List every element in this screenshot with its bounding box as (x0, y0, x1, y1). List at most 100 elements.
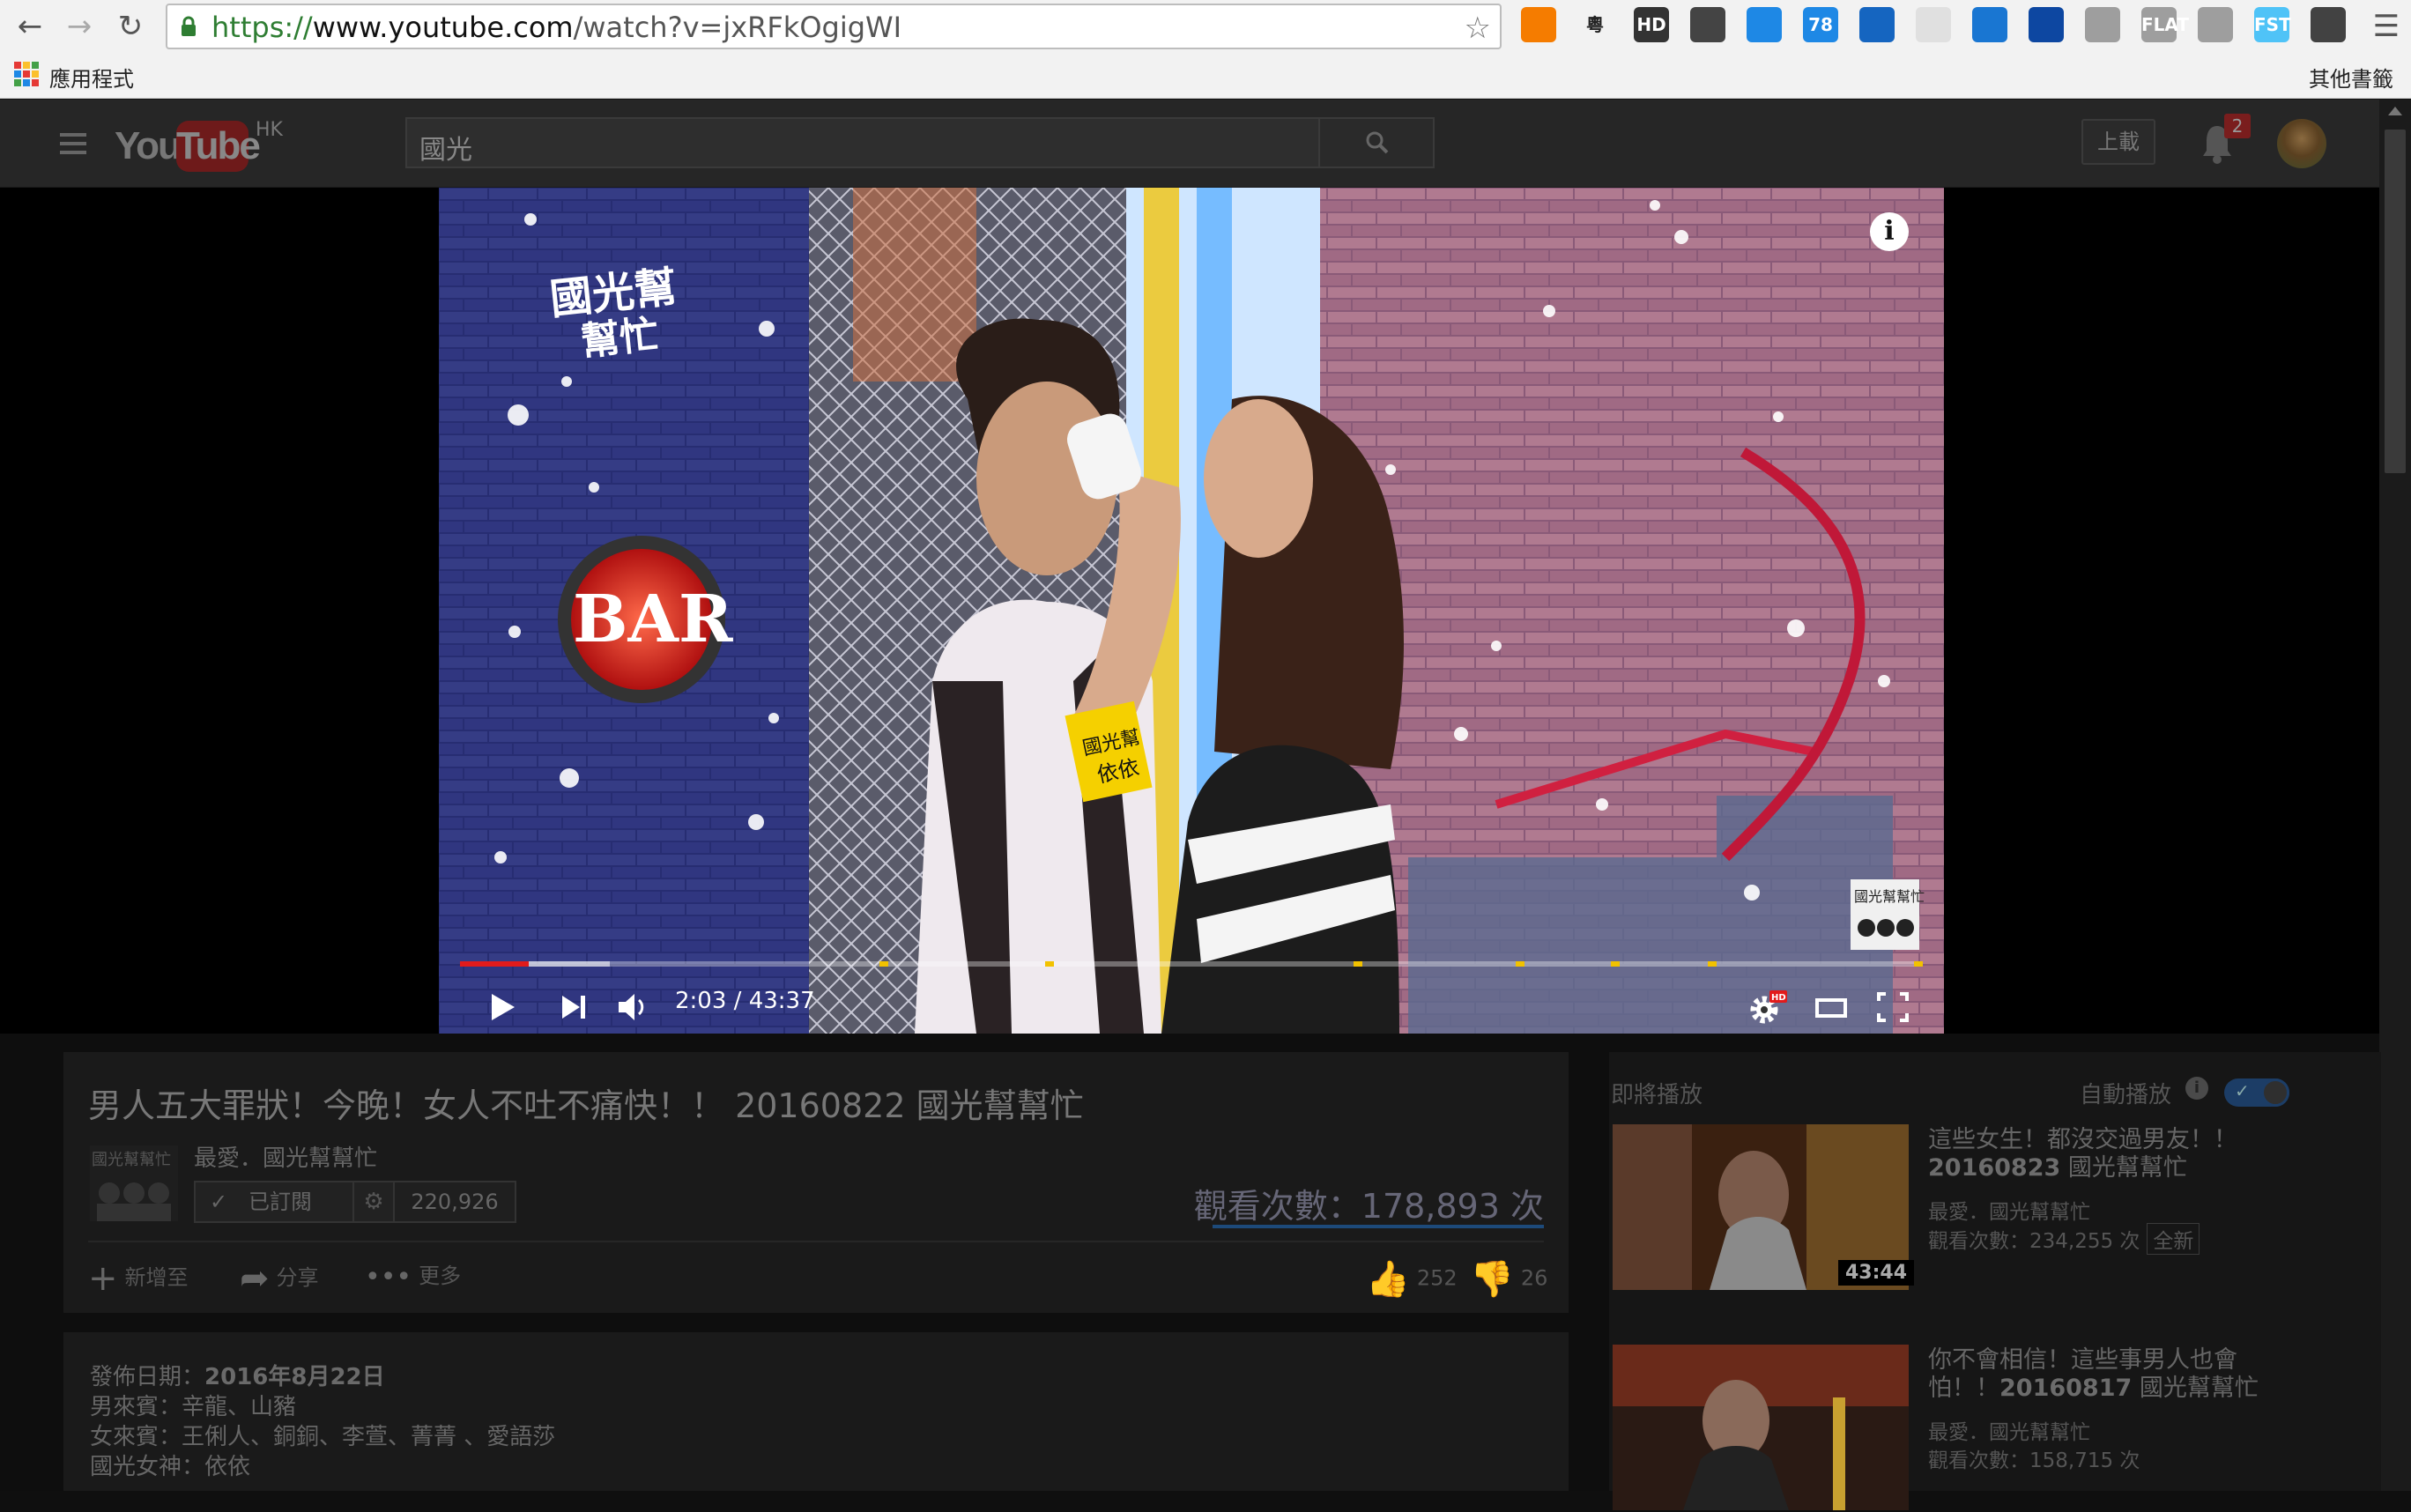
publish-date: 發佈日期：2016年8月22日 (90, 1364, 385, 1390)
flat-icon[interactable]: FLAT (2141, 7, 2189, 42)
browser-chrome: ← → ↻ https://www.youtube.com/watch?v=jx… (0, 0, 2411, 99)
ad-marker (1708, 961, 1717, 967)
youtube-header: You Tube HK 國光 上載 2 (0, 100, 2411, 188)
video-scene-image: BAR 國光幫 依依 國光幫 幫忙 國光幫幫忙 (439, 188, 1944, 1034)
like-button[interactable]: 👍 252 (1366, 1258, 1458, 1300)
plus-icon: + (88, 1258, 118, 1299)
video-player[interactable]: BAR 國光幫 依依 國光幫 幫忙 國光幫幫忙 i 2:03 / 43:37 H… (0, 188, 2379, 1034)
related-video-card[interactable]: 43:44 這些女生！都沒交過男友！！ 20160823 國光幫幫忙 最愛．國光幫… (1613, 1124, 2370, 1292)
description-line: 女來賓：王俐人、銅銅、李萱、菁菁 、愛語莎 (90, 1424, 556, 1450)
ad-marker (1516, 961, 1524, 967)
account-avatar[interactable] (2277, 119, 2326, 168)
guide-menu-icon[interactable] (60, 133, 86, 154)
search-icon (1366, 131, 1389, 154)
bookmark-star-icon[interactable]: ☆ (1465, 11, 1491, 46)
fst-icon[interactable]: FST (2254, 7, 2291, 42)
calendar-icon[interactable]: 78 (1803, 7, 1838, 42)
add-to-button[interactable]: + 新增至 (88, 1258, 189, 1299)
check-icon: ✓ (2235, 1080, 2250, 1101)
ad-marker (879, 961, 888, 967)
pocket-icon[interactable] (2029, 7, 2064, 42)
subscribe-button[interactable]: ✓ 已訂閱 (194, 1181, 354, 1223)
chinese-char-icon[interactable]: 粵 (1577, 7, 1613, 42)
apps-grid-icon[interactable] (14, 62, 39, 86)
ad-marker (1045, 961, 1054, 967)
bookmark-apps[interactable]: 應用程式 (49, 62, 134, 93)
back-arrow-icon[interactable]: ← (12, 9, 48, 44)
description-line: 國光女神：依依 (90, 1454, 251, 1480)
video-description: 發佈日期：2016年8月22日 男來賓：辛龍、山豬 女來賓：王俐人、銅銅、李萱、… (63, 1332, 1569, 1491)
search-button[interactable] (1318, 119, 1433, 167)
progress-buffered (529, 961, 610, 967)
divider (88, 1241, 1544, 1242)
video-thumbnail[interactable] (1613, 1345, 1909, 1510)
progress-bar[interactable] (460, 961, 1923, 967)
theater-mode-icon[interactable] (1812, 985, 1851, 1029)
reload-icon[interactable]: ↻ (113, 9, 148, 44)
time-display: 2:03 / 43:37 (675, 988, 815, 1014)
like-ratio-bar (1213, 1225, 1544, 1228)
subscriber-count: 220,926 (395, 1181, 516, 1223)
video-frame[interactable]: BAR 國光幫 依依 國光幫 幫忙 國光幫幫忙 i 2:03 / 43:37 H… (439, 188, 1944, 1034)
autoplay-info-icon[interactable]: i (2185, 1077, 2208, 1100)
thumbs-up-icon: 👍 (1366, 1259, 1410, 1300)
chat-icon[interactable] (1972, 7, 2007, 42)
translate-icon[interactable] (1859, 7, 1895, 42)
ad-marker (1914, 961, 1923, 967)
lightbulb-icon[interactable] (2311, 7, 2346, 42)
related-video-views: 觀看次數：158,715 次 (1928, 1449, 2140, 1472)
volume-icon[interactable] (615, 985, 654, 1029)
related-video-channel: 最愛．國光幫幫忙 (1928, 1201, 2090, 1224)
info-icon[interactable]: i (1870, 212, 1909, 251)
next-icon[interactable] (555, 985, 590, 1029)
related-video-title[interactable]: 這些女生！都沒交過男友！！ 20160823 國光幫幫忙 (1928, 1126, 2298, 1182)
hubspot-icon[interactable] (1521, 7, 1556, 42)
channel-thumbnail[interactable]: 國光幫幫忙 (90, 1145, 178, 1221)
drive-icon[interactable] (1747, 7, 1782, 42)
related-sidebar: 即將播放 自動播放 i ✓ 43:44 這些女生！都沒交過男友！！ 2016082… (1609, 1052, 2381, 1510)
notification-count-badge: 2 (2224, 114, 2251, 138)
search-input[interactable]: 國光 (419, 128, 472, 167)
share-button[interactable]: ➦ 分享 (240, 1258, 319, 1299)
scroll-up-arrow-icon[interactable] (2388, 107, 2402, 115)
more-dots-icon: ••• (365, 1261, 412, 1293)
subscription-settings-gear-icon[interactable]: ⚙ (354, 1181, 395, 1223)
svg-text:國光幫幫忙: 國光幫幫忙 (1854, 888, 1925, 905)
related-video-channel: 最愛．國光幫幫忙 (1928, 1421, 2090, 1444)
play-icon[interactable] (485, 985, 520, 1029)
bookmark-other[interactable]: 其他書籤 (2309, 62, 2393, 93)
svg-text:BAR: BAR (573, 582, 733, 657)
svg-text:HD: HD (1771, 993, 1786, 1003)
page-scrollbar[interactable] (2379, 100, 2411, 1491)
mail-icon[interactable] (1690, 7, 1725, 42)
scrollbar-thumb[interactable] (2385, 130, 2406, 473)
dislike-button[interactable]: 👎 26 (1470, 1258, 1547, 1300)
ad-marker (1354, 961, 1362, 967)
fullscreen-icon[interactable] (1873, 985, 1912, 1029)
instagram-icon[interactable] (2198, 7, 2233, 42)
video-info-panel: 男人五大罪狀！今晚！女人不吐不痛快！！ 20160822 國光幫幫忙 國光幫幫忙… (63, 1052, 1569, 1313)
related-video-title[interactable]: 你不會相信！這些事男人也會怕！！20160817 國光幫幫忙 (1928, 1346, 2298, 1403)
upload-button[interactable]: 上載 (2081, 119, 2155, 165)
chrome-menu-icon[interactable]: ☰ (2369, 9, 2404, 44)
svg-text:國光幫幫忙: 國光幫幫忙 (92, 1151, 171, 1169)
more-button[interactable]: ••• 更多 (365, 1258, 461, 1293)
autoplay-label: 自動播放 (2080, 1082, 2172, 1108)
up-next-heading: 即將播放 (1611, 1082, 1703, 1108)
related-video-card[interactable]: 你不會相信！這些事男人也會怕！！20160817 國光幫幫忙 最愛．國光幫幫忙 … (1613, 1345, 2370, 1512)
channel-name[interactable]: 最愛．國光幫幫忙 (194, 1140, 377, 1173)
video-duration: 43:44 (1838, 1260, 1915, 1286)
ad-marker (1611, 961, 1620, 967)
forward-arrow-icon[interactable]: → (62, 9, 97, 44)
settings-gear-icon[interactable]: HD (1747, 985, 1789, 1029)
video-title: 男人五大罪狀！今晚！女人不吐不痛快！！ 20160822 國光幫幫忙 (88, 1086, 1084, 1125)
address-bar[interactable]: https://www.youtube.com/watch?v=jxRFkOgi… (166, 4, 1502, 49)
autoplay-toggle[interactable]: ✓ (2224, 1078, 2289, 1107)
bookmarks-bar: 應用程式 其他書籤 (0, 55, 2411, 97)
svg-text:幫忙: 幫忙 (579, 312, 661, 365)
search-box[interactable]: 國光 (405, 117, 1435, 168)
hd-icon[interactable]: HD (1634, 7, 1669, 42)
description-line: 男來賓：辛龍、山豬 (90, 1394, 297, 1420)
pen-icon[interactable] (1916, 7, 1951, 42)
evernote-icon[interactable] (2085, 7, 2120, 42)
